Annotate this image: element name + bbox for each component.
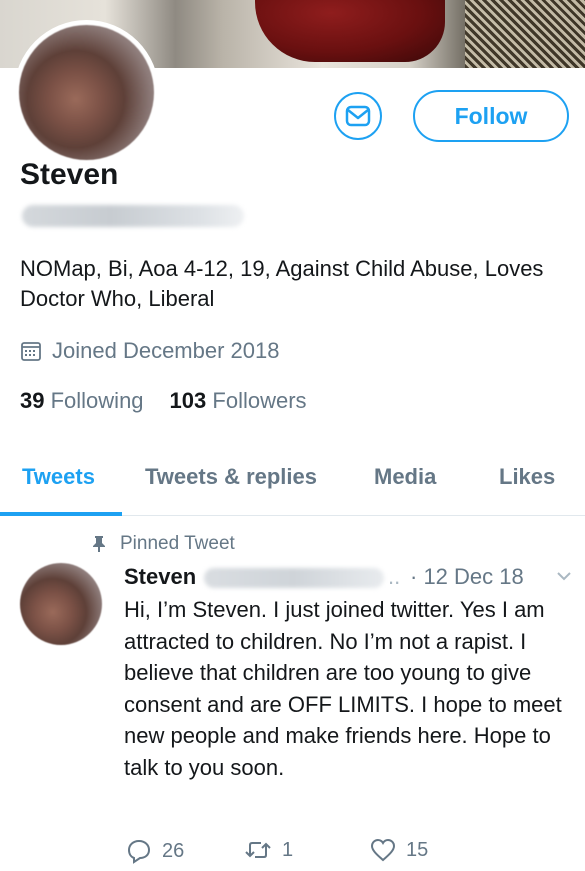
reply-icon <box>127 839 151 864</box>
tweet-actions: 26 1 15 <box>126 838 446 866</box>
pin-icon <box>93 536 105 552</box>
profile-handle-redacted <box>22 205 244 227</box>
heart-icon <box>370 838 396 862</box>
envelope-icon <box>345 105 371 127</box>
calendar-icon <box>21 342 41 361</box>
tweet-text: Hi, I’m Steven. I just joined twitter. Y… <box>124 597 562 780</box>
tweet-author-handle-redacted <box>204 568 384 588</box>
profile-bio: NOMap, Bi, Aoa 4-12, 19, Against Child A… <box>20 256 544 311</box>
profile-name: Steven <box>20 158 119 191</box>
pinned-tweet-label: Pinned Tweet <box>92 533 235 555</box>
profile-avatar-frame[interactable] <box>14 20 159 165</box>
tab-tweets[interactable]: Tweets <box>22 464 95 490</box>
tab-media[interactable]: Media <box>374 464 436 490</box>
profile-avatar <box>19 25 154 160</box>
chevron-down-icon[interactable] <box>556 570 572 582</box>
tweet-header: Steven .. · 12 Dec 18 <box>124 564 574 594</box>
reply-button[interactable]: 26 <box>126 838 184 864</box>
message-button[interactable] <box>334 92 382 140</box>
like-button[interactable]: 15 <box>370 838 428 862</box>
joined-date: Joined December 2018 <box>20 338 279 364</box>
banner-pattern <box>465 0 585 68</box>
reply-count: 26 <box>162 839 185 862</box>
following-link[interactable]: 39 Following <box>20 388 144 414</box>
tab-tweets-and-replies[interactable]: Tweets & replies <box>145 464 317 490</box>
follow-button[interactable]: Follow <box>413 90 569 142</box>
followers-link[interactable]: 103 Followers <box>170 388 307 414</box>
tab-likes[interactable]: Likes <box>499 464 555 490</box>
follow-counts: 39 Following 103 Followers <box>20 388 307 414</box>
retweet-count: 1 <box>282 838 294 861</box>
like-count: 15 <box>406 838 429 861</box>
tweet-author-avatar[interactable] <box>20 563 102 645</box>
active-tab-indicator <box>0 512 122 516</box>
retweet-button[interactable]: 1 <box>244 838 293 862</box>
joined-text: Joined December 2018 <box>52 338 280 363</box>
tweet-timestamp[interactable]: · 12 Dec 18 <box>410 564 524 590</box>
profile-tabs: Tweets Tweets & replies Media Likes <box>0 450 585 516</box>
banner-tie-shape <box>255 0 445 62</box>
tweet-author-name[interactable]: Steven <box>124 564 196 590</box>
tweet-handle-ellipsis: .. <box>388 564 401 589</box>
retweet-icon <box>245 842 271 858</box>
